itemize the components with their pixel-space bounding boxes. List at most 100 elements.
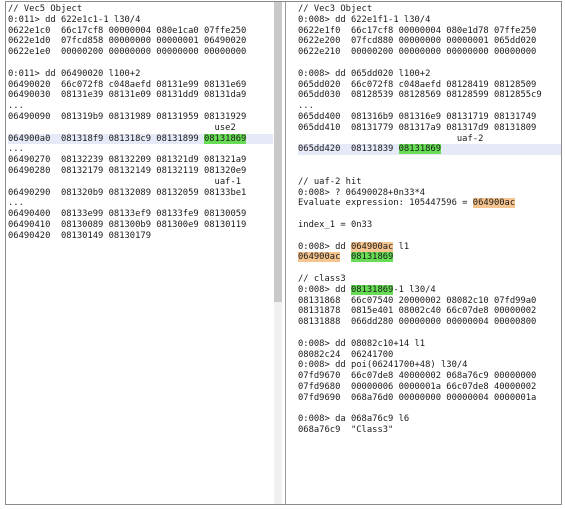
right-line: 065dd020 66c072f8 c048aefd 08128419 0812… (298, 80, 561, 91)
line-text: ... (8, 101, 24, 112)
line-text: 07fd9680 00000006 0000001a 66c07de8 4000… (298, 381, 537, 392)
line-text-suffix (340, 252, 351, 262)
left-line: 06490280 08132179 08132149 08132119 0813… (8, 166, 273, 177)
line-text: 07fd9670 66c07de8 40000002 068a76c9 0000… (298, 371, 537, 382)
line-text: 065dd020 66c072f8 c048aefd 08128419 0812… (298, 79, 537, 90)
line-text-suffix: -1 l30/4 (393, 284, 436, 295)
line-text: 06490400 08133e99 08133ef9 08133fe9 0813… (8, 209, 247, 220)
highlighted-value: 08131869 (350, 284, 394, 295)
left-line: use2 (8, 123, 273, 134)
highlighted-value: 064900ac (298, 252, 341, 263)
right-line: Evaluate expression: 105447596 = 064900a… (298, 198, 561, 209)
right-line: // uaf-2 hit (298, 177, 561, 188)
left-line: ... (8, 198, 273, 209)
right-line: 08131888 066dd280 00000000 00000004 0000… (298, 317, 561, 328)
right-line: 0622e210 00000200 00000000 00000000 0000… (298, 47, 561, 58)
line-text: 08131888 066dd280 00000000 00000004 0000… (298, 317, 537, 328)
line-text: 0622e1e0 00000200 00000000 00000000 0000… (8, 47, 247, 58)
line-text: 0:008> dd 622e1f1-1 l30/4 (298, 14, 431, 25)
line-text: index_1 = 0n33 (298, 219, 373, 230)
right-line: // Vec3 Object (298, 4, 561, 15)
debugger-window: // Vec5 Object 0:011> dd 622e1c1-1 l30/4 0… (5, 1, 562, 505)
line-text: 0622e210 00000200 00000000 00000000 0000… (298, 47, 537, 58)
highlighted-value: 08131869 (203, 133, 247, 144)
right-line: 08131878 0815e401 08002c40 66c07de8 0000… (298, 306, 561, 317)
right-line: index_1 = 0n33 (298, 220, 561, 231)
right-line: 0:008> ? 06490028+0n33*4 (298, 188, 561, 199)
right-line (298, 166, 561, 177)
right-line: 08082c24 06241700 (298, 350, 561, 361)
line-text: uaf-1 (8, 176, 242, 187)
right-line: 065dd410 08131779 081317a9 081317d9 0813… (298, 123, 561, 134)
line-text: 06490270 08132239 08132209 081321d9 0813… (8, 155, 247, 166)
right-line: 0:008> dd poi(06241700+48) l30/4 (298, 360, 561, 371)
line-text: 0:008> dd (298, 284, 351, 295)
right-pane-vec3: // Vec3 Object 0:008> dd 622e1f1-1 l30/4 0… (296, 2, 561, 504)
right-line: uaf-2 (298, 134, 561, 145)
pane-divider[interactable] (285, 2, 286, 504)
line-text: uaf-2 (298, 133, 484, 144)
scrollbar-thumb[interactable] (274, 2, 282, 302)
line-text: 06490090 081319b9 08131989 08131959 0813… (8, 111, 247, 122)
right-line (298, 403, 561, 414)
right-line: 0:008> da 068a76c9 l6 (298, 414, 561, 425)
left-line: 06490090 081319b9 08131989 08131959 0813… (8, 112, 273, 123)
line-text: 08082c24 06241700 (298, 349, 394, 360)
line-text: 06490410 08130089 081300b9 081300e9 0813… (8, 219, 247, 230)
line-text: 07fd9690 068a76d0 00000000 00000004 0000… (298, 392, 537, 403)
left-line: 06490420 08130149 08130179 (8, 231, 273, 242)
right-line: 065dd420 08131839 08131869 (298, 144, 561, 156)
line-text: // class3 (298, 273, 346, 284)
line-text: 0:008> dd 08082c10+14 l1 (298, 338, 426, 349)
right-line: 08131868 66c07540 20000002 08082c10 07fd… (298, 296, 561, 307)
left-line: 06490290 081320b9 08132089 08132059 0813… (8, 188, 273, 199)
left-line: ... (8, 101, 273, 112)
left-line: 06490030 08131e39 08131e09 08131dd9 0813… (8, 90, 273, 101)
right-line (298, 209, 561, 220)
line-text: 06490030 08131e39 08131e09 08131dd9 0813… (8, 90, 247, 101)
line-text: 0:008> ? 06490028+0n33*4 (298, 187, 426, 198)
left-line: 06490020 66c072f8 c048aefd 08131e99 0813… (8, 80, 273, 91)
line-text: 0:008> dd 065dd020 l100+2 (298, 68, 431, 79)
left-line: 0622e1d0 07fcd858 00000000 00000001 0649… (8, 36, 273, 47)
left-line: // Vec5 Object (8, 4, 273, 15)
line-text: 0:008> da 068a76c9 l6 (298, 414, 410, 425)
line-text: // Vec3 Object (298, 4, 373, 14)
right-line: 07fd9690 068a76d0 00000000 00000004 0000… (298, 393, 561, 404)
line-text-suffix: l1 (393, 241, 410, 252)
line-text: 064900a0 081318f9 081318c9 08131899 (8, 133, 204, 144)
right-line: 07fd9680 00000006 0000001a 66c07de8 4000… (298, 382, 561, 393)
right-line: 0622e1f0 66c17cf8 00000004 080e1d78 07ff… (298, 26, 561, 37)
line-text: 06490280 08132179 08132149 08132119 0813… (8, 165, 247, 176)
line-text: 08131868 66c07540 20000002 08082c10 07fd… (298, 295, 537, 306)
scrollbar[interactable] (274, 2, 282, 504)
left-line: 0622e1c0 66c17cf8 00000004 080e1ca0 07ff… (8, 26, 273, 37)
line-text: 0:008> dd (298, 241, 351, 252)
left-line: 0622e1e0 00000200 00000000 00000000 0000… (8, 47, 273, 58)
highlighted-value: 08131869 (350, 252, 394, 263)
right-line: 0:008> dd 622e1f1-1 l30/4 (298, 15, 561, 26)
line-text: 0:008> dd poi(06241700+48) l30/4 (298, 360, 468, 371)
line-text: Evaluate expression: 105447596 = (298, 198, 473, 209)
line-text: 0622e200 07fcd880 00000000 00000001 065d… (298, 36, 537, 47)
left-line: 0:011> dd 06490020 l100+2 (8, 69, 273, 80)
left-line: ... (8, 144, 273, 155)
line-text: use2 (8, 122, 236, 133)
right-line (298, 263, 561, 274)
right-line: // class3 (298, 274, 561, 285)
right-line: 0622e200 07fcd880 00000000 00000001 065d… (298, 36, 561, 47)
right-line: 0:008> dd 065dd020 l100+2 (298, 69, 561, 80)
line-text: // Vec5 Object (8, 4, 83, 14)
line-text: 068a76c9 "Class3" (298, 425, 394, 436)
left-line: uaf-1 (8, 177, 273, 188)
line-text: 08131878 0815e401 08002c40 66c07de8 0000… (298, 306, 537, 317)
right-line: 064900ac 08131869 (298, 252, 561, 263)
line-text: 06490020 66c072f8 c048aefd 08131e99 0813… (8, 79, 247, 90)
left-line: 0:011> dd 622e1c1-1 l30/4 (8, 15, 273, 26)
left-line: 064900a0 081318f9 081318c9 08131899 0813… (8, 133, 273, 145)
left-pane-vec5: // Vec5 Object 0:011> dd 622e1c1-1 l30/4 0… (6, 2, 273, 504)
left-line (8, 58, 273, 69)
right-line (298, 58, 561, 69)
highlighted-value: 064900ac (472, 198, 516, 209)
left-pane-lines: // Vec5 Object 0:011> dd 622e1c1-1 l30/4 0… (8, 4, 273, 242)
